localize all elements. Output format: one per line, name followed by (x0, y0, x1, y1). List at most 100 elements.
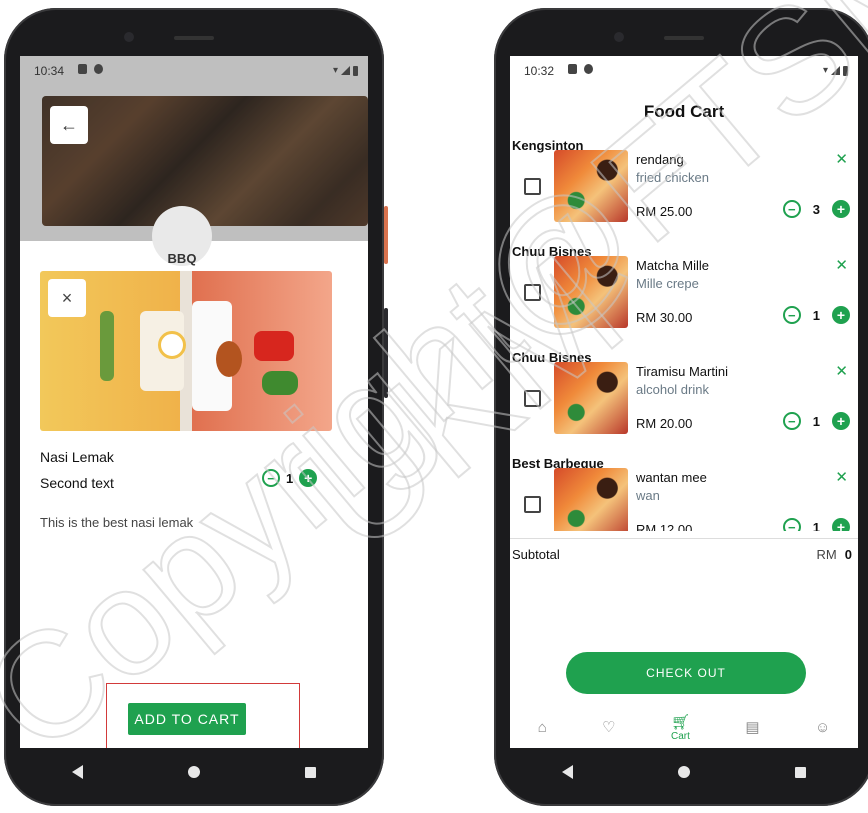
nav-home-icon[interactable] (187, 766, 200, 778)
quantity-value: 3 (812, 201, 820, 217)
decrease-quantity-button[interactable]: − (782, 306, 801, 324)
restaurant-logo: BBQ (152, 206, 212, 266)
product-name: Tiramisu Martini (636, 364, 728, 379)
subtotal-currency: RM (816, 547, 837, 562)
back-button[interactable]: ← (50, 106, 88, 144)
product-description: fried chicken (636, 170, 709, 185)
quantity-stepper: − 1 + (782, 412, 850, 430)
nav-home-icon[interactable] (677, 766, 690, 778)
remove-icon[interactable]: ✕ (835, 362, 848, 380)
select-checkbox[interactable] (524, 390, 541, 407)
select-checkbox[interactable] (524, 178, 541, 195)
cart-item: Best Barbeque wantan mee wan RM 12.00 ✕ … (510, 456, 858, 531)
right-phone: 10:32 ▾ Food Cart Kengsinton rendang fri… (494, 8, 868, 806)
product-description: Mille crepe (636, 276, 699, 291)
increase-quantity-button[interactable]: + (832, 518, 850, 531)
quantity-value: 1 (812, 413, 820, 429)
close-button[interactable]: × (48, 279, 86, 317)
select-checkbox[interactable] (524, 284, 541, 301)
page-title: Food Cart (643, 102, 725, 121)
notification-icon (568, 64, 577, 74)
home-icon: ⌂ (537, 719, 547, 736)
increase-quantity-button[interactable]: + (832, 200, 850, 218)
signal-icon (831, 66, 840, 75)
sync-icon (94, 64, 103, 74)
product-price: RM 25.00 (636, 204, 693, 219)
status-bar: 10:32 ▾ (510, 56, 858, 84)
cart-item: Chuu Bisnes Tiramisu Martini alcohol dri… (510, 350, 858, 456)
divider (510, 538, 858, 539)
add-to-cart-button[interactable]: ADD TO CART (128, 703, 246, 735)
sync-icon (584, 64, 593, 74)
logo-text: BBQ (167, 251, 197, 266)
cart-item: Kengsinton rendang fried chicken RM 25.0… (510, 138, 858, 244)
increase-quantity-button[interactable]: + (299, 469, 318, 487)
product-description: wan (636, 488, 660, 503)
subtotal-value: RM 0 (817, 547, 852, 562)
product-name: wantan mee (636, 470, 707, 485)
subtotal-amount: 0 (844, 547, 852, 562)
notification-icon (78, 64, 87, 74)
front-camera (614, 32, 624, 42)
item-name: Nasi Lemak (40, 449, 114, 465)
earpiece-speaker (174, 36, 214, 40)
item-detail-sheet: × Nasi Lemak Second text − 1 + This is t… (20, 241, 368, 748)
power-button (384, 206, 388, 264)
right-screen: 10:32 ▾ Food Cart Kengsinton rendang fri… (510, 56, 858, 748)
subtotal-label: Subtotal (512, 547, 560, 562)
food-thumbnail (554, 150, 628, 222)
cart-list: Kengsinton rendang fried chicken RM 25.0… (510, 138, 858, 531)
tab-orders[interactable]: ▤ (745, 720, 759, 736)
quantity-stepper: − 3 + (782, 200, 850, 218)
left-screen: 10:34 ▾ ← BBQ × Nasi Lemak Second text −… (20, 56, 368, 748)
tab-favorites[interactable]: ♡ (602, 720, 615, 736)
tab-cart[interactable]: 🛒︎ Cart (670, 713, 690, 742)
tab-profile[interactable]: ☺ (815, 720, 830, 736)
product-name: rendang (636, 152, 684, 167)
increase-quantity-button[interactable]: + (832, 306, 850, 324)
decrease-quantity-button[interactable]: − (782, 412, 801, 430)
checkout-button[interactable]: CHECK OUT (566, 652, 806, 694)
select-checkbox[interactable] (524, 496, 541, 513)
product-price: RM 20.00 (636, 416, 693, 431)
orders-icon: ▤ (745, 719, 760, 736)
nav-back-icon[interactable] (72, 765, 84, 779)
tab-home[interactable]: ⌂ (538, 720, 547, 736)
nav-recent-icon[interactable] (794, 766, 806, 778)
remove-icon[interactable]: ✕ (835, 468, 848, 486)
nav-back-icon[interactable] (562, 765, 574, 779)
quantity-stepper: − 1 + (262, 469, 318, 487)
increase-quantity-button[interactable]: + (832, 412, 850, 430)
food-thumbnail (554, 256, 628, 328)
status-time: 10:32 (524, 64, 555, 78)
item-description: This is the best nasi lemak (40, 515, 194, 530)
product-description: alcohol drink (636, 382, 709, 397)
tab-cart-label: Cart (671, 730, 690, 742)
volume-button (384, 308, 388, 398)
decrease-quantity-button[interactable]: − (782, 518, 801, 531)
decrease-quantity-button[interactable]: − (262, 469, 280, 487)
product-price: RM 12.00 (636, 522, 693, 531)
battery-icon (843, 65, 848, 76)
quantity-stepper: − 1 + (782, 518, 850, 531)
food-thumbnail (554, 468, 628, 531)
signal-icon (341, 66, 350, 75)
favorite-icon: ♡ (602, 719, 616, 736)
remove-icon[interactable]: ✕ (835, 150, 848, 168)
front-camera (124, 32, 134, 42)
system-nav-bar (510, 750, 858, 794)
quantity-value: 1 (286, 470, 294, 486)
quantity-value: 1 (812, 307, 820, 323)
wifi-icon: ▾ (332, 65, 338, 76)
nav-recent-icon[interactable] (304, 766, 316, 778)
system-nav-bar (20, 750, 368, 794)
remove-icon[interactable]: ✕ (835, 256, 848, 274)
item-second-text: Second text (40, 475, 114, 491)
left-phone: 10:34 ▾ ← BBQ × Nasi Lemak Second text −… (4, 8, 388, 806)
cart-icon: 🛒︎ (670, 713, 690, 731)
cart-item: Chuu Bisnes Matcha Mille Mille crepe RM … (510, 244, 858, 350)
bottom-navigation: ⌂ ♡ 🛒︎ Cart ▤ ☺ (510, 708, 858, 748)
battery-icon (353, 65, 358, 76)
status-bar: 10:34 ▾ (20, 56, 368, 84)
decrease-quantity-button[interactable]: − (782, 200, 801, 218)
